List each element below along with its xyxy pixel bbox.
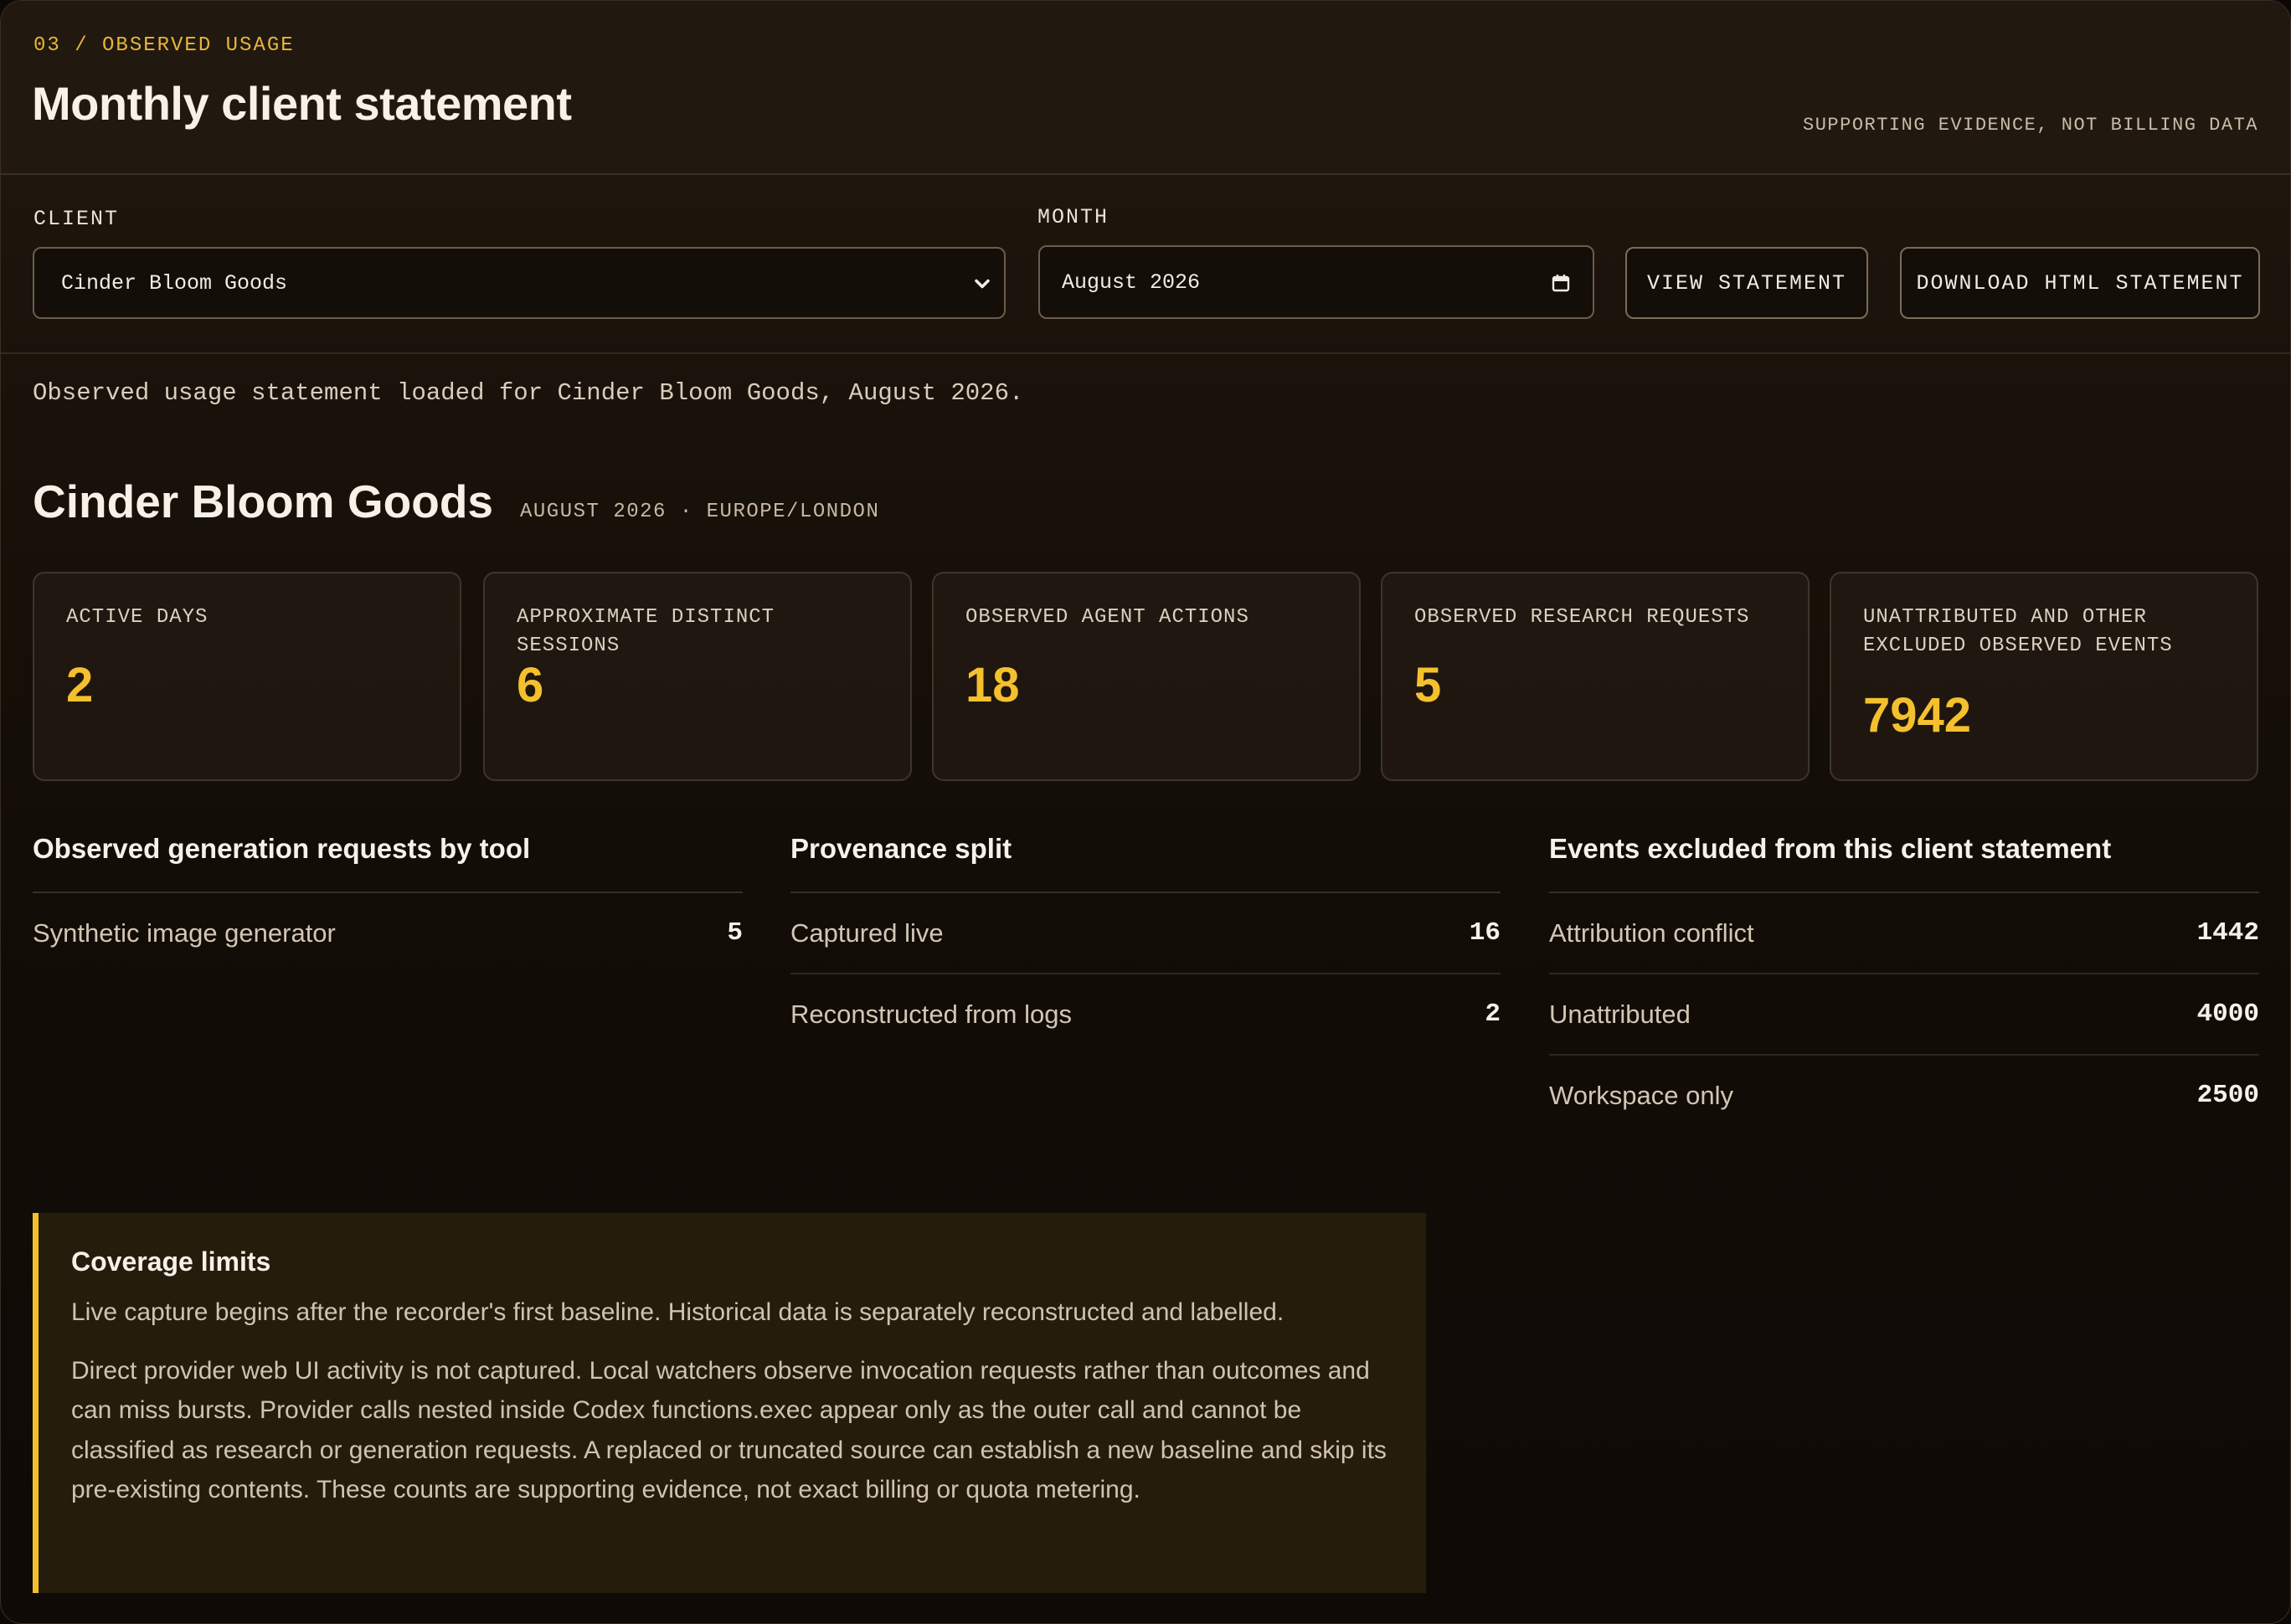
statement-controls: CLIENT Cinder Bloom Goods MONTH August 2… [1, 175, 2290, 354]
status-message: Observed usage statement loaded for Cind… [33, 379, 1024, 407]
coverage-title: Coverage limits [71, 1246, 271, 1277]
provenance-panel: Provenance split Captured live 16 Recons… [790, 833, 1501, 1054]
page-header: 03 / OBSERVED USAGE Monthly client state… [1, 1, 2290, 175]
download-html-statement-button[interactable]: DOWNLOAD HTML STATEMENT [1900, 247, 2260, 319]
row-label: Unattributed [1549, 999, 1691, 1029]
page-title: Monthly client statement [32, 77, 572, 130]
row-value: 2500 [2196, 1081, 2259, 1110]
client-heading: Cinder Bloom Goods [33, 475, 493, 527]
metric-card-distinct-sessions: APPROXIMATE DISTINCT SESSIONS 6 [483, 572, 912, 781]
table-row: Reconstructed from logs 2 [790, 974, 1501, 1054]
section-eyebrow: 03 / OBSERVED USAGE [33, 34, 295, 57]
coverage-paragraph: Direct provider web UI activity is not c… [71, 1356, 1387, 1504]
row-label: Synthetic image generator [33, 917, 336, 948]
metric-value: 6 [517, 658, 544, 712]
header-note: SUPPORTING EVIDENCE, NOT BILLING DATA [1803, 115, 2258, 136]
excluded-events-panel: Events excluded from this client stateme… [1549, 833, 2259, 1135]
metric-label: APPROXIMATE DISTINCT SESSIONS [517, 606, 775, 657]
table-row: Synthetic image generator 5 [33, 893, 743, 973]
metric-value: 18 [965, 658, 1020, 712]
metric-value: 7942 [1863, 688, 1972, 743]
metric-label: OBSERVED AGENT ACTIONS [965, 606, 1249, 629]
metric-card-active-days: ACTIVE DAYS 2 [33, 572, 461, 781]
panel-title: Events excluded from this client stateme… [1549, 833, 2259, 893]
table-row: Workspace only 2500 [1549, 1056, 2259, 1135]
row-value: 4000 [2196, 1000, 2259, 1029]
view-statement-button[interactable]: VIEW STATEMENT [1625, 247, 1868, 319]
table-row: Unattributed 4000 [1549, 974, 2259, 1056]
month-input-value: August 2026 [1062, 270, 1201, 295]
metric-card-research-requests: OBSERVED RESEARCH REQUESTS 5 [1381, 572, 1810, 781]
client-select-value: Cinder Bloom Goods [61, 270, 288, 296]
table-row: Captured live 16 [790, 893, 1501, 974]
metric-card-excluded-events: UNATTRIBUTED AND OTHER EXCLUDED OBSERVED… [1830, 572, 2258, 781]
row-value: 16 [1469, 918, 1501, 948]
app-window: 03 / OBSERVED USAGE Monthly client state… [0, 0, 2291, 1624]
metric-label: OBSERVED RESEARCH REQUESTS [1414, 606, 1750, 629]
row-value: 5 [727, 918, 743, 948]
metric-label: ACTIVE DAYS [66, 606, 209, 629]
row-label: Workspace only [1549, 1080, 1733, 1110]
panel-title: Observed generation requests by tool [33, 833, 743, 893]
calendar-icon[interactable] [1551, 273, 1571, 293]
row-label: Attribution conflict [1549, 917, 1754, 948]
tool-requests-panel: Observed generation requests by tool Syn… [33, 833, 743, 973]
row-label: Captured live [790, 917, 944, 948]
client-meta: AUGUST 2026 · EUROPE/LONDON [520, 501, 880, 523]
client-label: CLIENT [33, 207, 120, 231]
table-row: Attribution conflict 1442 [1549, 893, 2259, 974]
month-label: MONTH [1037, 205, 1109, 229]
client-select[interactable]: Cinder Bloom Goods [33, 247, 1006, 319]
row-value: 1442 [2196, 918, 2259, 948]
coverage-limits-callout: Coverage limits Live capture begins afte… [33, 1213, 1426, 1593]
metric-card-agent-actions: OBSERVED AGENT ACTIONS 18 [932, 572, 1361, 781]
coverage-paragraph: Live capture begins after the recorder's… [71, 1298, 1285, 1326]
metric-label: UNATTRIBUTED AND OTHER EXCLUDED OBSERVED… [1863, 606, 2173, 657]
metric-value: 2 [66, 658, 94, 712]
metric-value: 5 [1414, 658, 1442, 712]
panel-title: Provenance split [790, 833, 1501, 893]
row-value: 2 [1485, 1000, 1501, 1029]
month-input[interactable]: August 2026 [1038, 245, 1594, 319]
row-label: Reconstructed from logs [790, 999, 1072, 1029]
chevron-down-icon [975, 279, 990, 289]
